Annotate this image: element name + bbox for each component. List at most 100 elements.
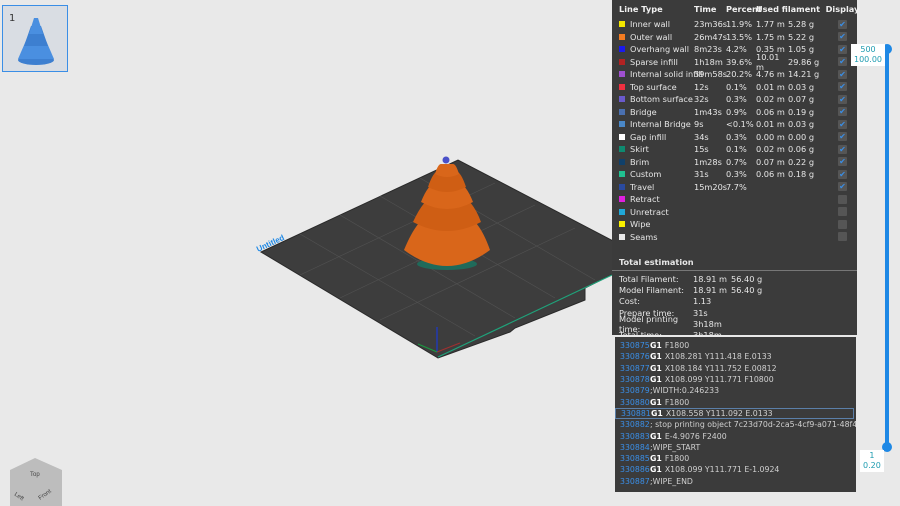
display-checkbox[interactable] bbox=[838, 232, 847, 242]
filament-length: 4.76 m bbox=[756, 69, 785, 80]
gcode-line[interactable]: 330886 G1 X108.099 Y111.771 E-1.0924 bbox=[615, 464, 856, 475]
legend-row[interactable]: Outer wall 26m47s 13.5% 1.75 m 5.22 g ✔ bbox=[612, 31, 857, 44]
gcode-command: G1 bbox=[650, 341, 662, 351]
legend-row[interactable]: Top surface 12s 0.1% 0.01 m 0.03 g ✔ bbox=[612, 81, 857, 94]
gcode-args: ;WIPE_END bbox=[650, 476, 693, 486]
gcode-line[interactable]: 330885 G1 F1800 bbox=[615, 453, 856, 464]
filament-weight: 0.06 g bbox=[788, 144, 815, 155]
line-type: Overhang wall bbox=[612, 44, 694, 54]
legend-row[interactable]: Internal Bridge 9s <0.1% 0.01 m 0.03 g ✔ bbox=[612, 118, 857, 131]
color-swatch-icon bbox=[619, 158, 625, 165]
legend-row[interactable]: Wipe bbox=[612, 218, 857, 231]
display-checkbox[interactable] bbox=[838, 194, 847, 204]
legend-row[interactable]: Travel 15m20s 7.7% ✔ bbox=[612, 181, 857, 194]
line-type-name: Sparse infill bbox=[630, 56, 678, 67]
gcode-viewer[interactable]: 330875 G1 F1800 330876 G1 X108.281 Y111.418 E… bbox=[615, 337, 856, 492]
gcode-line[interactable]: 330879 ;WIDTH:0.246233 bbox=[615, 385, 856, 396]
gcode-line[interactable]: 330875 G1 F1800 bbox=[615, 340, 856, 351]
line-number: 330883 bbox=[620, 431, 650, 441]
legend-row[interactable]: Skirt 15s 0.1% 0.02 m 0.06 g ✔ bbox=[612, 143, 857, 156]
line-type-name: Top surface bbox=[630, 81, 677, 92]
display-checkbox[interactable]: ✔ bbox=[838, 144, 847, 154]
display-checkbox[interactable]: ✔ bbox=[838, 82, 847, 92]
legend-row[interactable]: Bottom surface 32s 0.3% 0.02 m 0.07 g ✔ bbox=[612, 93, 857, 106]
filament-weight: 0.03 g bbox=[788, 81, 815, 92]
color-swatch-icon bbox=[619, 58, 625, 65]
estimation-weight: 56.40 g bbox=[731, 273, 763, 284]
legend-row[interactable]: Inner wall 23m36s 11.9% 1.77 m 5.28 g ✔ bbox=[612, 18, 857, 31]
display-checkbox[interactable]: ✔ bbox=[838, 107, 847, 117]
line-type-name: Skirt bbox=[630, 144, 649, 155]
estimation-label: Cost: bbox=[619, 296, 640, 307]
gcode-command: G1 bbox=[650, 363, 662, 373]
gcode-line[interactable]: 330878 G1 X108.099 Y111.771 F10800 bbox=[615, 374, 856, 385]
display-checkbox[interactable] bbox=[838, 219, 847, 229]
gcode-line[interactable]: 330882; stop printing object 7c23d70d-2c… bbox=[615, 419, 856, 430]
legend-row[interactable]: Gap infill 34s 0.3% 0.00 m 0.00 g ✔ bbox=[612, 131, 857, 144]
line-number: 330877 bbox=[620, 363, 650, 373]
gcode-args: ; stop printing object 7c23d70d-2ca5-4cf… bbox=[650, 420, 856, 430]
line-type: Retract bbox=[612, 194, 694, 204]
line-type: Internal Bridge bbox=[612, 119, 694, 129]
top-layer-label: 500 100.00 bbox=[851, 44, 885, 66]
legend-row[interactable]: Retract bbox=[612, 193, 857, 206]
gcode-line[interactable]: 330877 G1 X108.184 Y111.752 E.00812 bbox=[615, 363, 856, 374]
legend-row[interactable]: Sparse infill 1h18m 39.6% 10.01 m 29.86 … bbox=[612, 52, 857, 72]
filament-weight: 5.28 g bbox=[788, 19, 815, 30]
gcode-line[interactable]: 330881 G1 X108.558 Y111.092 E.0133 bbox=[615, 407, 854, 420]
legend-row[interactable]: Brim 1m28s 0.7% 0.07 m 0.22 g ✔ bbox=[612, 156, 857, 169]
gcode-line[interactable]: 330883 G1 E-4.9076 F2400 bbox=[615, 430, 856, 441]
time: 31s bbox=[694, 169, 709, 180]
layer-slider[interactable] bbox=[885, 52, 889, 450]
gcode-command: G1 bbox=[650, 375, 662, 385]
display-checkbox[interactable]: ✔ bbox=[838, 19, 847, 29]
gcode-args: F1800 bbox=[664, 454, 690, 464]
legend-row[interactable]: Seams bbox=[612, 231, 857, 244]
display-checkbox[interactable]: ✔ bbox=[838, 32, 847, 42]
estimation-row: Model Filament: 18.91 m 56.40 g bbox=[612, 284, 857, 295]
display-checkbox[interactable]: ✔ bbox=[838, 57, 847, 67]
time: 1h18m bbox=[694, 56, 723, 67]
gcode-args: ;WIPE_START bbox=[650, 442, 701, 452]
estimation-row: Cost: 1.13 bbox=[612, 296, 857, 307]
view-cube[interactable]: Top Left Front bbox=[10, 458, 62, 506]
percent: 0.3% bbox=[726, 94, 747, 105]
legend-row[interactable]: Overhang wall 8m23s 4.2% 0.35 m 1.05 g ✔ bbox=[612, 43, 857, 56]
display-checkbox[interactable]: ✔ bbox=[838, 94, 847, 104]
display-checkbox[interactable]: ✔ bbox=[838, 44, 847, 54]
plate-thumbnail[interactable]: 1 bbox=[2, 5, 68, 72]
gcode-args: X108.558 Y111.092 E.0133 bbox=[665, 408, 773, 418]
legend-row[interactable]: Bridge 1m43s 0.9% 0.06 m 0.19 g ✔ bbox=[612, 106, 857, 119]
display-checkbox[interactable]: ✔ bbox=[838, 119, 847, 129]
filament-length: 0.00 m bbox=[756, 131, 785, 142]
time: 32s bbox=[694, 94, 709, 105]
display-checkbox[interactable]: ✔ bbox=[838, 157, 847, 167]
estimation-weight: 56.40 g bbox=[731, 284, 763, 295]
bottom-layer-label: 1 0.20 bbox=[860, 450, 884, 472]
color-swatch-icon bbox=[619, 46, 625, 53]
gcode-line[interactable]: 330884 ;WIPE_START bbox=[615, 442, 856, 453]
gcode-command: G1 bbox=[650, 397, 662, 407]
filament-weight: 14.21 g bbox=[788, 69, 820, 80]
view-cube-top[interactable]: Top bbox=[30, 472, 40, 478]
legend-row[interactable]: Unretract bbox=[612, 206, 857, 219]
gcode-line[interactable]: 330887 ;WIPE_END bbox=[615, 476, 856, 487]
header-used-filament: Used filament bbox=[756, 4, 821, 14]
line-type: Bottom surface bbox=[612, 94, 694, 104]
gcode-line[interactable]: 330876 G1 X108.281 Y111.418 E.0133 bbox=[615, 351, 856, 362]
legend-row[interactable]: Internal solid infill 39m58s 20.2% 4.76 … bbox=[612, 68, 857, 81]
estimation-value: 18.91 m bbox=[693, 284, 728, 295]
gcode-command: G1 bbox=[651, 408, 663, 418]
percent: 7.7% bbox=[726, 181, 747, 192]
display-checkbox[interactable]: ✔ bbox=[838, 169, 847, 179]
display-checkbox[interactable] bbox=[838, 207, 847, 217]
legend-row[interactable]: Custom 31s 0.3% 0.06 m 0.18 g ✔ bbox=[612, 168, 857, 181]
display-checkbox[interactable]: ✔ bbox=[838, 132, 847, 142]
display-checkbox[interactable]: ✔ bbox=[838, 182, 847, 192]
color-swatch-icon bbox=[619, 183, 625, 190]
line-number: 330884 bbox=[620, 442, 650, 452]
filament-length: 0.01 m bbox=[756, 119, 785, 130]
line-number: 330882 bbox=[620, 420, 650, 430]
display-checkbox[interactable]: ✔ bbox=[838, 69, 847, 79]
gcode-line[interactable]: 330880 G1 F1800 bbox=[615, 396, 856, 407]
